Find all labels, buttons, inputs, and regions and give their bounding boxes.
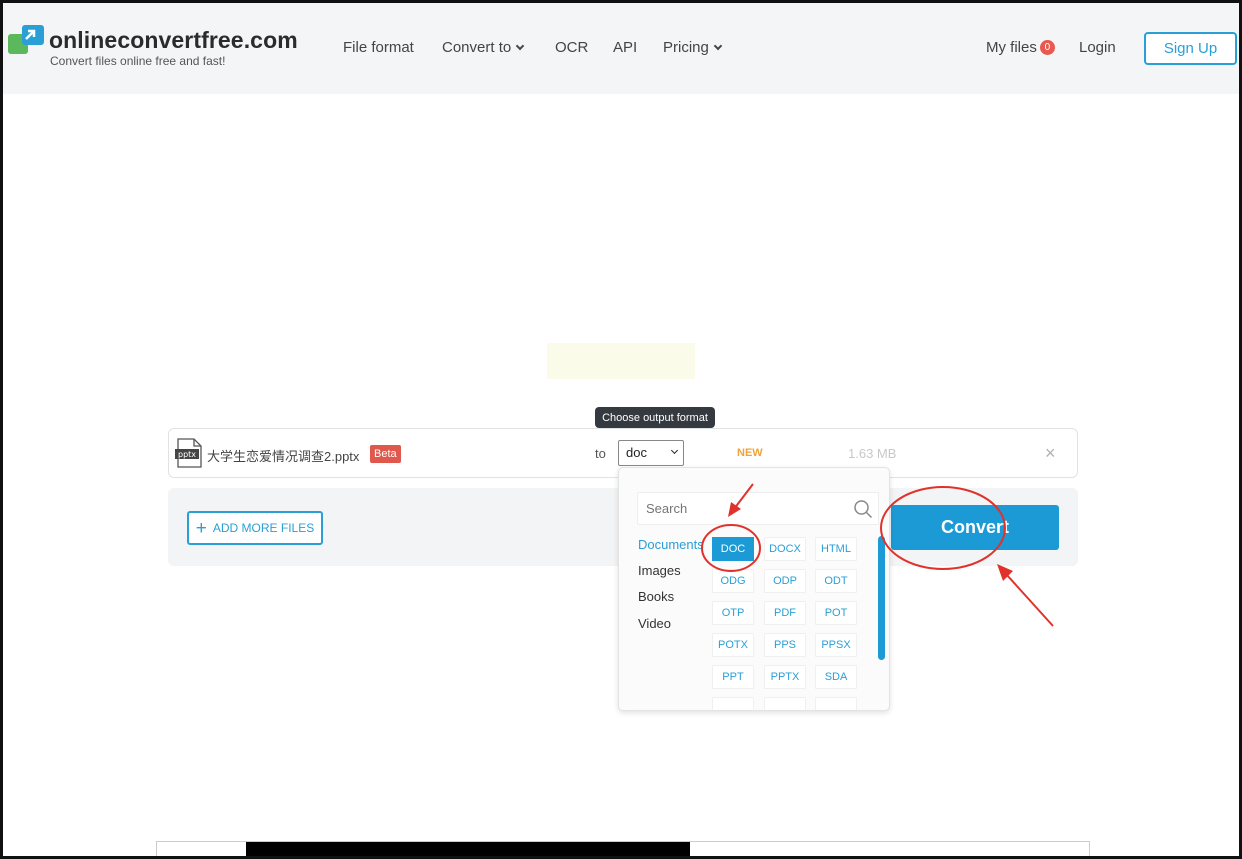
output-format-select[interactable]: doc <box>618 440 684 466</box>
file-name: 大学生恋爱情况调查2.pptx <box>207 449 360 464</box>
my-files-count-badge: 0 <box>1039 40 1055 55</box>
file-status: NEW <box>737 447 763 459</box>
output-format-value: doc <box>626 445 647 460</box>
convert-button[interactable]: Convert <box>891 505 1059 550</box>
nav-ocr[interactable]: OCR <box>555 39 588 56</box>
format-otp[interactable]: OTP <box>712 601 754 625</box>
format-html[interactable]: HTML <box>815 537 857 561</box>
my-files-link[interactable]: My files 0 <box>986 39 1055 57</box>
format-ppsx[interactable]: PPSX <box>815 633 857 657</box>
format-potx[interactable]: POTX <box>712 633 754 657</box>
format-partial[interactable] <box>712 697 754 710</box>
format-pps[interactable]: PPS <box>764 633 806 657</box>
bottom-ad-block <box>246 842 690 859</box>
remove-file-icon[interactable]: × <box>1045 443 1056 463</box>
nav-convert-to[interactable]: Convert to <box>442 39 525 56</box>
logo-title[interactable]: onlineconvertfree.com <box>49 27 298 54</box>
category-books[interactable]: Books <box>638 589 674 604</box>
annotation-arrow-convert <box>1005 573 1054 627</box>
format-pptx[interactable]: PPTX <box>764 665 806 689</box>
format-odp[interactable]: ODP <box>764 569 806 593</box>
nav-api-label: API <box>613 39 638 56</box>
login-link[interactable]: Login <box>1079 39 1116 56</box>
file-icon-label: pptx <box>178 450 196 459</box>
file-size: 1.63 MB <box>848 446 897 461</box>
format-search-box <box>637 492 879 525</box>
format-pdf[interactable]: PDF <box>764 601 806 625</box>
format-sda[interactable]: SDA <box>815 665 857 689</box>
to-label: to <box>595 446 606 461</box>
nav-api[interactable]: API <box>613 39 637 56</box>
format-dropdown: Documents Images Books Video DOC DOCX HT… <box>618 467 890 711</box>
category-video[interactable]: Video <box>638 616 671 631</box>
pptx-file-icon: pptx <box>175 438 202 468</box>
nav-convert-to-label: Convert to <box>442 39 512 56</box>
format-list-scrollbar[interactable] <box>878 536 885 660</box>
logo-tagline: Convert files online free and fast! <box>50 54 226 68</box>
format-partial[interactable] <box>815 697 857 710</box>
format-docx[interactable]: DOCX <box>764 537 806 561</box>
nav-ocr-label: OCR <box>555 39 589 56</box>
plus-icon: + <box>195 517 207 539</box>
faded-banner <box>547 343 695 379</box>
format-ppt[interactable]: PPT <box>712 665 754 689</box>
format-odt[interactable]: ODT <box>815 569 857 593</box>
add-more-files-label: ADD MORE FILES <box>212 521 315 535</box>
category-documents[interactable]: Documents <box>638 537 704 552</box>
logo-icon[interactable] <box>8 25 44 55</box>
chevron-down-icon <box>515 41 525 51</box>
output-format-tooltip: Choose output format <box>595 407 715 433</box>
search-icon[interactable] <box>853 499 873 519</box>
category-images[interactable]: Images <box>638 563 681 578</box>
beta-badge: Beta <box>370 445 401 463</box>
nav-pricing[interactable]: Pricing <box>663 39 723 56</box>
format-doc[interactable]: DOC <box>712 537 754 561</box>
site-header: onlineconvertfree.com Convert files onli… <box>3 3 1239 94</box>
add-more-files-button[interactable]: + ADD MORE FILES <box>187 511 323 545</box>
my-files-label: My files <box>986 39 1037 56</box>
format-partial[interactable] <box>764 697 806 710</box>
nav-file-format-label: File format <box>343 39 414 56</box>
login-label: Login <box>1079 39 1116 56</box>
format-search-input[interactable] <box>646 501 846 516</box>
nav-pricing-label: Pricing <box>663 39 709 56</box>
format-pot[interactable]: POT <box>815 601 857 625</box>
signup-button[interactable]: Sign Up <box>1144 32 1237 65</box>
format-odg[interactable]: ODG <box>712 569 754 593</box>
chevron-down-icon <box>713 41 723 51</box>
chevron-down-icon <box>670 446 679 455</box>
annotation-arrowhead-convert <box>997 564 1013 581</box>
nav-file-format[interactable]: File format <box>343 39 414 56</box>
